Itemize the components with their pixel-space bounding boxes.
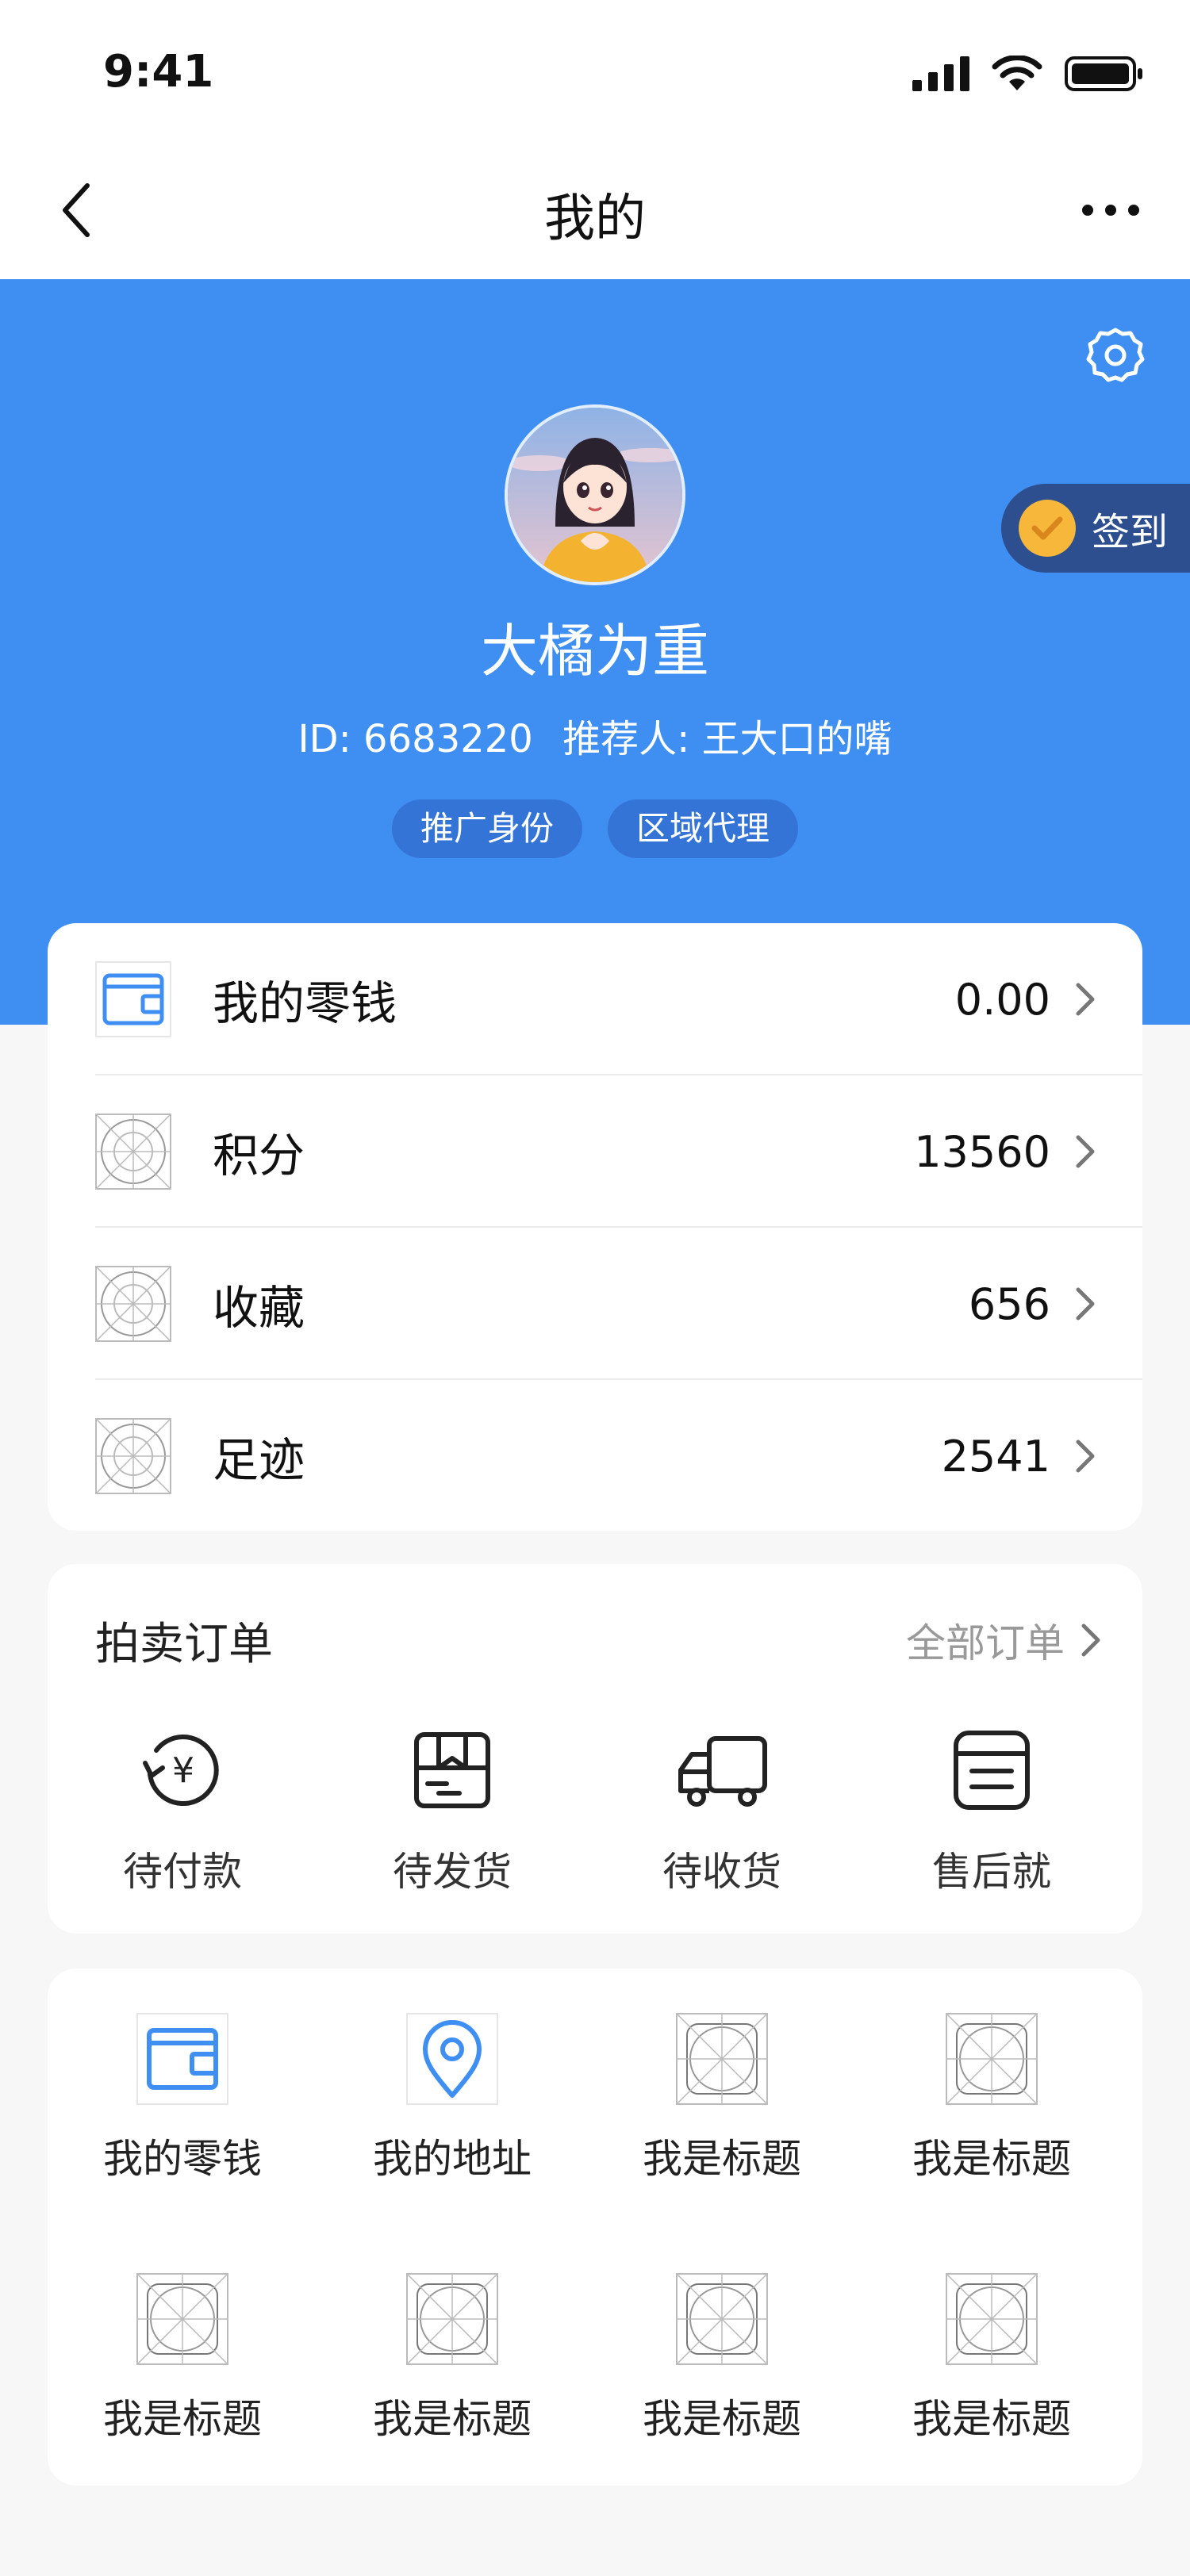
status-bar: 9:41 xyxy=(0,0,1190,143)
cellular-signal-icon xyxy=(912,56,969,91)
location-pin-icon xyxy=(406,2013,498,2105)
placeholder-icon xyxy=(676,2013,768,2105)
asset-row-favorites[interactable]: 收藏 656 xyxy=(95,1228,1142,1380)
all-orders-label: 全部订单 xyxy=(906,1620,1065,1666)
chevron-right-icon xyxy=(1069,1282,1101,1326)
avatar[interactable] xyxy=(505,404,685,585)
grid-item-title[interactable]: 我是标题 xyxy=(317,2273,587,2511)
order-pending-shipment[interactable]: 待发货 xyxy=(317,1723,587,1913)
checkin-label: 签到 xyxy=(1092,510,1169,554)
page-title: 我的 xyxy=(544,190,646,248)
order-label: 待付款 xyxy=(123,1849,242,1895)
checkin-button[interactable]: 签到 xyxy=(1001,484,1190,573)
grid-label: 我是标题 xyxy=(643,2396,801,2442)
placeholder-icon xyxy=(95,1418,171,1494)
asset-value: 2541 xyxy=(941,1431,1050,1482)
grid-item-title[interactable]: 我是标题 xyxy=(48,2273,317,2511)
orders-card: 拍卖订单 全部订单 ¥ 待付款 待发货 待收货 售后就 xyxy=(48,1564,1142,1934)
order-after-sales[interactable]: 售后就 xyxy=(857,1723,1127,1913)
order-pending-receipt[interactable]: 待收货 xyxy=(587,1723,857,1913)
grid-label: 我是标题 xyxy=(103,2396,262,2442)
chevron-right-icon xyxy=(1069,1129,1101,1174)
placeholder-icon xyxy=(95,1266,171,1342)
wallet-icon xyxy=(136,2013,228,2105)
order-label: 待发货 xyxy=(393,1849,512,1895)
placeholder-icon xyxy=(946,2013,1038,2105)
grid-item-wallet[interactable]: 我的零钱 xyxy=(48,2013,317,2251)
tag-regional-agent[interactable]: 区域代理 xyxy=(608,799,799,858)
battery-icon xyxy=(1065,56,1142,91)
asset-label: 收藏 xyxy=(213,1281,305,1335)
order-label: 售后就 xyxy=(932,1849,1051,1895)
grid-label: 我是标题 xyxy=(373,2396,532,2442)
asset-row-points[interactable]: 积分 13560 xyxy=(95,1075,1142,1228)
asset-value: 13560 xyxy=(914,1126,1050,1177)
order-label: 待收货 xyxy=(662,1849,781,1895)
asset-row-history[interactable]: 足迹 2541 xyxy=(95,1380,1142,1532)
assets-card: 我的零钱 0.00 积分 13560 收藏 656 足迹 2541 xyxy=(48,923,1142,1531)
pending-shipment-icon xyxy=(405,1723,500,1818)
asset-value: 0.00 xyxy=(954,974,1050,1025)
orders-title: 拍卖订单 xyxy=(95,1619,273,1670)
status-icons xyxy=(912,54,1144,94)
placeholder-icon xyxy=(946,2273,1038,2365)
asset-label: 足迹 xyxy=(213,1433,305,1487)
after-sales-icon xyxy=(944,1723,1039,1818)
user-id: ID: 6683220 xyxy=(298,717,533,761)
avatar-illustration-icon xyxy=(508,408,682,582)
more-dots-icon xyxy=(1082,205,1139,216)
shortcut-grid: 我的零钱 我的地址 我是标题 我是标题 我是标题 我是标题 我是标题 我是标题 xyxy=(48,1968,1142,2486)
profile-header: 大橘为重 ID: 6683220 推荐人: 王大口的嘴 推广身份 区域代理 签到 xyxy=(0,279,1190,1025)
grid-label: 我是标题 xyxy=(912,2136,1071,2182)
svg-text:¥: ¥ xyxy=(172,1750,194,1791)
grid-item-address[interactable]: 我的地址 xyxy=(317,2013,587,2251)
grid-label: 我是标题 xyxy=(643,2136,801,2182)
asset-row-wallet[interactable]: 我的零钱 0.00 xyxy=(95,923,1142,1075)
settings-button[interactable] xyxy=(1085,325,1146,385)
grid-label: 我的地址 xyxy=(373,2136,532,2182)
grid-item-title[interactable]: 我是标题 xyxy=(587,2273,857,2511)
checkmark-icon xyxy=(1019,500,1076,557)
asset-value: 656 xyxy=(968,1278,1050,1329)
asset-label: 我的零钱 xyxy=(213,976,397,1030)
referrer: 推荐人: 王大口的嘴 xyxy=(562,717,892,761)
grid-label: 我是标题 xyxy=(912,2396,1071,2442)
tag-promotion-role[interactable]: 推广身份 xyxy=(391,799,582,858)
grid-item-title[interactable]: 我是标题 xyxy=(857,2273,1127,2511)
gear-icon xyxy=(1086,328,1145,382)
wallet-icon xyxy=(95,961,171,1037)
chevron-left-icon xyxy=(63,183,90,237)
asset-label: 积分 xyxy=(213,1129,305,1183)
delivery-truck-icon xyxy=(674,1723,770,1818)
grid-item-title[interactable]: 我是标题 xyxy=(587,2013,857,2251)
nav-bar: 我的 xyxy=(0,143,1190,279)
user-info: ID: 6683220 推荐人: 王大口的嘴 xyxy=(0,707,1190,763)
chevron-right-icon xyxy=(1069,1434,1101,1478)
placeholder-icon xyxy=(95,1114,171,1190)
order-pending-payment[interactable]: ¥ 待付款 xyxy=(48,1723,317,1913)
grid-item-title[interactable]: 我是标题 xyxy=(857,2013,1127,2251)
placeholder-icon xyxy=(676,2273,768,2365)
chevron-right-icon xyxy=(1081,1623,1100,1657)
placeholder-icon xyxy=(136,2273,228,2365)
wifi-icon xyxy=(992,56,1042,90)
back-button[interactable] xyxy=(44,174,108,246)
chevron-right-icon xyxy=(1069,977,1101,1022)
tag-list: 推广身份 区域代理 xyxy=(0,799,1190,858)
placeholder-icon xyxy=(406,2273,498,2365)
more-button[interactable] xyxy=(1079,182,1142,238)
all-orders-link[interactable]: 全部订单 xyxy=(906,1612,1101,1669)
status-time: 9:41 xyxy=(103,46,214,98)
grid-label: 我的零钱 xyxy=(103,2136,262,2182)
pending-payment-icon: ¥ xyxy=(135,1723,230,1818)
username: 大橘为重 xyxy=(480,618,709,684)
